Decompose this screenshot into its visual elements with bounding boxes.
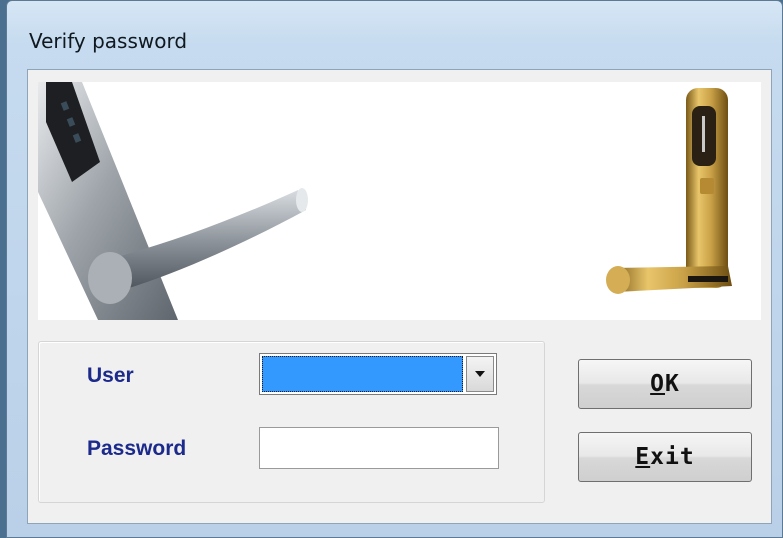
user-label: User [87, 364, 134, 387]
banner-illustration [38, 82, 732, 320]
silver-door-lock-image [38, 82, 308, 320]
title-bar[interactable]: Verify password [7, 1, 782, 65]
password-input[interactable] [259, 427, 499, 469]
gold-door-lock-image [606, 88, 732, 294]
verify-password-dialog: Verify password User Password O K E xit [6, 0, 783, 538]
ok-button[interactable]: OK [578, 359, 752, 409]
exit-button-mnemonic: E [635, 444, 651, 470]
ok-button-mnemonic: O [650, 371, 665, 397]
password-label: Password [87, 437, 187, 460]
user-select[interactable] [259, 353, 497, 395]
user-select-value[interactable] [262, 356, 463, 392]
door-lock-banner [38, 82, 761, 320]
exit-button[interactable]: Exit [578, 432, 752, 482]
exit-button-label: xit [650, 444, 695, 470]
dialog-body: User Password OK Exit [27, 69, 772, 524]
chevron-down-icon [475, 371, 485, 377]
user-select-dropdown-button[interactable] [466, 356, 494, 392]
window-title: Verify password [29, 29, 188, 53]
ok-button-label: K [665, 371, 680, 397]
